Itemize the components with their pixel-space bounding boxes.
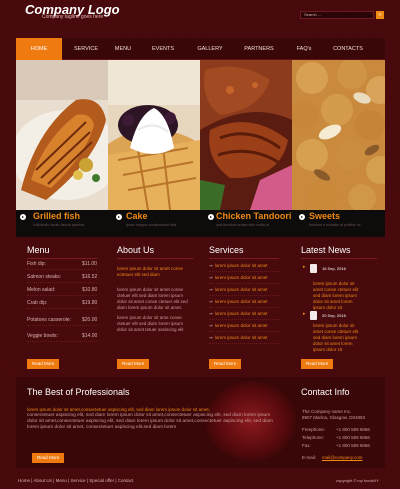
menu-item-price: $11.00 (82, 261, 97, 267)
menu-read-more-button[interactable]: Read More (27, 359, 60, 369)
arrow-icon: ⇒ (209, 335, 213, 340)
search-button[interactable]: » (376, 11, 384, 19)
nav-events[interactable]: EVENTS (146, 38, 180, 60)
nav-faqs[interactable]: FAQ's (290, 38, 318, 60)
service-item[interactable]: ⇒ lorem ipsum dolor sit amet (209, 272, 279, 284)
bullet-icon: ▸ (303, 311, 306, 317)
main-nav: HOME SERVICE MENU EVENTS GALLERY PARTNER… (16, 38, 385, 60)
company-tagline: Company tagline goes here (42, 14, 104, 20)
caption-sub: tincidunt a molestie at porttitor mi (309, 223, 361, 227)
footer: Home | About Us | Menu | Service | Speci… (0, 472, 400, 489)
news-title: Latest News (301, 245, 351, 255)
contact-address: 8907 Marina, Glasgow, D04893 (302, 415, 366, 420)
contact-email: E-mail: mail@company.com (302, 455, 363, 460)
document-icon (310, 264, 317, 273)
professionals-body: consectetuer aspiscing elit, sed diam lo… (27, 413, 273, 430)
news-read-more-button[interactable]: Read More (301, 359, 334, 369)
play-icon[interactable] (116, 214, 122, 220)
professionals-read-more-button[interactable]: Read More (32, 453, 65, 463)
caption-sub: quam congue condimentum felis (126, 223, 177, 227)
grilled-fish-image[interactable] (16, 60, 108, 210)
arrow-icon: ⇒ (209, 275, 213, 280)
menu-item: Melon salad: $10.80 (27, 284, 97, 296)
service-item[interactable]: ⇒ lorem ipsum dolor sit amet (209, 260, 279, 272)
divider (209, 258, 279, 259)
menu-title: Menu (27, 245, 50, 255)
document-icon (310, 311, 317, 320)
service-item[interactable]: ⇒ lorem ipsum dolor sit amet (209, 332, 279, 344)
cake-image[interactable] (108, 60, 200, 210)
menu-item: Veggie bowls: $14.00 (27, 330, 97, 342)
divider (301, 258, 377, 259)
news-text[interactable]: lorem ipsum dolor sit amet conse ctetuer… (313, 323, 363, 353)
play-icon[interactable] (299, 214, 305, 220)
news-date: 20 Sep, 2016 (322, 313, 346, 318)
arrow-icon: ⇒ (209, 263, 213, 268)
contact-fax: Fax: +1 800 559 6666 (302, 443, 370, 448)
menu-item-price: $20.00 (82, 317, 98, 323)
caption-title[interactable]: Chicken Tandoori (216, 211, 291, 221)
header: Company Logo Company tagline goes here S… (0, 0, 400, 36)
menu-item-price: $10.80 (82, 287, 98, 293)
contact-telephone: Telephone: +1 800 559 6666 (302, 435, 370, 440)
caption-title[interactable]: Cake (126, 211, 148, 221)
nav-menu[interactable]: MENU (108, 38, 138, 60)
copyright: copyright © my foodsXY (336, 478, 379, 483)
nav-partners[interactable]: PARTNERS (240, 38, 278, 60)
menu-item-name: Salmon steaks: (27, 274, 62, 280)
arrow-icon: ⇒ (209, 311, 213, 316)
menu-item-name: Crab dip: (27, 300, 48, 306)
arrow-icon: ⇒ (209, 287, 213, 292)
about-intro: lorem ipsum dolor sit amet conse ectetue… (117, 266, 184, 277)
caption-title[interactable]: Grilled fish (33, 211, 80, 221)
search-input[interactable]: Search ... (300, 11, 374, 19)
service-item[interactable]: ⇒ lorem ipsum dolor sit amet (209, 308, 279, 320)
services-read-more-button[interactable]: Read More (209, 359, 242, 369)
service-item[interactable]: ⇒ lorem ipsum dolor sit amet (209, 320, 279, 332)
menu-item: Fish dip: $11.00 (27, 258, 97, 270)
menu-item-price: $19.80 (82, 300, 98, 306)
contact-freephone: Freephone: +1 800 559 6666 (302, 427, 370, 432)
menu-item-name: Veggie bowls: (27, 333, 58, 339)
food-gallery (16, 60, 385, 210)
menu-item: Salmon steaks: $16.52 (27, 271, 97, 283)
news-date: 16 Sep, 2016 (322, 266, 346, 271)
footer-links[interactable]: Home | About Us | Menu | Service | Speci… (18, 478, 133, 483)
nav-home[interactable]: HOME (16, 38, 62, 60)
arrow-icon: ⇒ (209, 299, 213, 304)
menu-item: Crab dip: $19.80 (27, 297, 97, 309)
email-link[interactable]: mail@company.com (322, 455, 363, 460)
menu-item-name: Melon salad: (27, 287, 56, 293)
arrow-icon: ⇒ (209, 323, 213, 328)
news-text[interactable]: lorem ipsum dolor sit amet conse ctetuer… (313, 281, 363, 311)
gallery-captions: Grilled fish sollicitudin iaculis lacini… (16, 210, 385, 237)
about-paragraph: lorem ipsum dolor sit ame conse ctetuer … (117, 315, 184, 332)
sweets-image[interactable] (292, 60, 385, 210)
service-item[interactable]: ⇒ lorem ipsum dolor sit amet (209, 296, 279, 308)
caption-title[interactable]: Sweets (309, 211, 340, 221)
chicken-tandoori-image[interactable] (200, 60, 292, 210)
menu-item-price: $16.52 (82, 274, 98, 280)
caption-sub: quis tincidunt ornare nibh mollis at (216, 223, 269, 227)
nav-service[interactable]: SERVICE (68, 38, 104, 60)
menu-item-price: $14.00 (82, 333, 98, 339)
service-item[interactable]: ⇒ lorem ipsum dolor sit amet (209, 284, 279, 296)
menu-item-name: Fish dip: (27, 261, 46, 267)
menu-item: Potatoes casserole: $20.00 (27, 314, 97, 326)
contact-title: Contact Info (301, 387, 350, 397)
about-paragraph: lorem ipsum dolor sit amet conse ctetuer… (117, 287, 188, 310)
services-title: Services (209, 245, 244, 255)
about-title: About Us (117, 245, 155, 255)
professionals-title: The Best of Professionals (27, 387, 130, 397)
caption-sub: sollicitudin iaculis lacinia placerat (33, 223, 85, 227)
contact-address: The Company name Inc. (302, 409, 352, 414)
bullet-icon: ▸ (303, 264, 306, 270)
menu-item-name: Potatoes casserole: (27, 317, 71, 323)
about-read-more-button[interactable]: Read More (117, 359, 150, 369)
divider (117, 258, 193, 259)
play-icon[interactable] (208, 214, 214, 220)
nav-gallery[interactable]: GALLERY (191, 38, 229, 60)
nav-contacts[interactable]: CONTACTS (328, 38, 368, 60)
play-icon[interactable] (20, 214, 26, 220)
